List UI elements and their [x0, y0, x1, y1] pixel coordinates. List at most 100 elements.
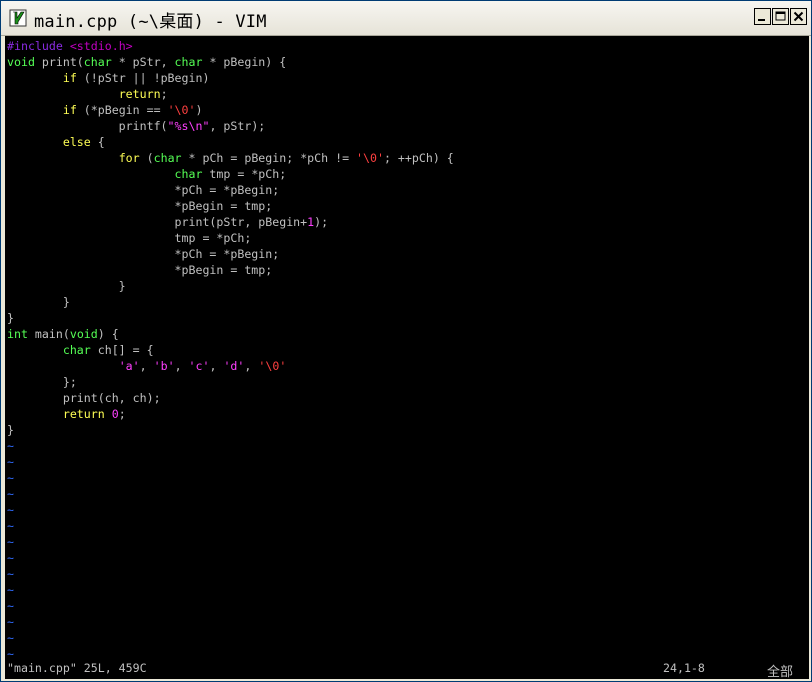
code-line[interactable]: } [7, 310, 454, 326]
code-token: , [139, 359, 154, 373]
empty-line-marker: ~ [7, 455, 14, 469]
code-line[interactable]: for (char * pCh = pBegin; *pCh != '\0'; … [7, 150, 454, 166]
code-line[interactable]: } [7, 294, 454, 310]
code-line[interactable]: *pBegin = tmp; [7, 198, 454, 214]
code-line[interactable]: print(ch, ch); [7, 390, 454, 406]
empty-line-marker: ~ [7, 535, 14, 549]
code-token: { [90, 135, 105, 149]
code-token: if [62, 71, 77, 85]
code-line[interactable]: *pCh = *pBegin; [7, 246, 454, 262]
empty-line-marker: ~ [7, 519, 14, 533]
code-line[interactable]: } [7, 278, 454, 294]
code-token: tmp = *pCh; [202, 167, 287, 181]
window-title: main.cpp (~\桌面) - VIM [34, 12, 267, 32]
code-token: (!pStr || !pBegin) [76, 71, 210, 85]
code-line[interactable]: return 0; [7, 406, 454, 422]
code-line[interactable]: else { [7, 134, 454, 150]
code-token: * pCh = pBegin; *pCh != [181, 151, 357, 165]
empty-line-marker: ~ [7, 503, 14, 517]
code-line[interactable]: *pCh = *pBegin; [7, 182, 454, 198]
code-token: ) [195, 103, 203, 117]
code-token: '\0' [167, 103, 196, 117]
code-token: 'd' [223, 359, 245, 373]
code-line[interactable]: int main(void) { [7, 326, 454, 342]
code-token: ) { [97, 327, 119, 341]
code-token: (*pBegin == [76, 103, 168, 117]
code-token: ); [314, 215, 329, 229]
code-token: 'c' [188, 359, 210, 373]
code-token: main( [27, 327, 70, 341]
command-line[interactable]: "main.cpp" 25L, 459C 24,1-8 全部 [5, 659, 809, 679]
code-line[interactable]: char ch[] = { [7, 342, 454, 358]
code-line[interactable]: *pBegin = tmp; [7, 262, 454, 278]
vim-app-icon[interactable] [9, 9, 27, 27]
code-token: void [69, 327, 98, 341]
empty-line-marker: ~ [7, 631, 14, 645]
empty-line-marker: ~ [7, 487, 14, 501]
vim-window: main.cpp (~\桌面) - VIM #include <stdio.h>… [0, 0, 812, 682]
code-token: } [7, 295, 70, 309]
empty-line-marker: ~ [7, 471, 14, 485]
code-token: ( [139, 151, 154, 165]
title-bar[interactable]: main.cpp (~\桌面) - VIM [1, 1, 811, 36]
code-token: print(pStr, pBegin+ [7, 215, 308, 229]
code-line[interactable]: if (*pBegin == '\0') [7, 102, 454, 118]
code-token: '\0' [258, 359, 287, 373]
empty-line-marker: ~ [7, 567, 14, 581]
code-token: else [62, 135, 91, 149]
code-token: ; [118, 407, 126, 421]
empty-line-marker: ~ [7, 439, 14, 453]
code-token: int [7, 327, 28, 341]
code-line[interactable]: void print(char * pStr, char * pBegin) { [7, 54, 454, 70]
code-line[interactable]: printf("%s\n", pStr); [7, 118, 454, 134]
code-token: for [118, 151, 140, 165]
code-token: if [62, 103, 77, 117]
code-buffer[interactable]: #include <stdio.h> void print(char * pStr… [7, 38, 454, 662]
code-line[interactable]: return; [7, 86, 454, 102]
code-token: , [174, 359, 189, 373]
code-line[interactable]: }; [7, 374, 454, 390]
editor-area[interactable]: #include <stdio.h> void print(char * pStr… [5, 36, 809, 679]
code-token: *pBegin = tmp; [7, 263, 273, 277]
code-token: char [83, 55, 112, 69]
cursor-position: 24,1-8 [663, 661, 705, 675]
code-token: print(ch, ch); [7, 391, 161, 405]
code-token: , [244, 359, 259, 373]
code-line[interactable]: } [7, 422, 454, 438]
empty-line-marker: ~ [7, 615, 14, 629]
code-line[interactable]: #include <stdio.h> [7, 38, 454, 54]
file-info: "main.cpp" 25L, 459C [7, 661, 147, 675]
code-line[interactable]: print(pStr, pBegin+1); [7, 214, 454, 230]
code-token: char [174, 167, 203, 181]
maximize-button[interactable] [772, 8, 789, 25]
empty-line-marker: ~ [7, 551, 14, 565]
code-token: char [153, 151, 182, 165]
code-token: #include [7, 39, 70, 53]
code-token: * pBegin) { [202, 55, 287, 69]
minimize-button[interactable] [754, 8, 771, 25]
code-token: return [118, 87, 161, 101]
close-button[interactable] [790, 8, 807, 25]
code-token: printf( [7, 119, 168, 133]
code-line[interactable]: char tmp = *pCh; [7, 166, 454, 182]
code-token: ; [160, 87, 168, 101]
empty-line-marker: ~ [7, 599, 14, 613]
code-token: } [7, 311, 14, 325]
code-token: char [174, 55, 203, 69]
code-token: 'a' [118, 359, 140, 373]
code-token: *pBegin = tmp; [7, 199, 273, 213]
code-token: '\0' [356, 151, 384, 165]
code-token: , [209, 359, 224, 373]
code-line[interactable]: 'a', 'b', 'c', 'd', '\0' [7, 358, 454, 374]
scroll-indicator: 全部 [767, 665, 794, 679]
empty-line-marker: ~ [7, 583, 14, 597]
code-token: *pCh = *pBegin; [7, 183, 280, 197]
code-line[interactable]: tmp = *pCh; [7, 230, 454, 246]
code-line[interactable]: if (!pStr || !pBegin) [7, 70, 454, 86]
